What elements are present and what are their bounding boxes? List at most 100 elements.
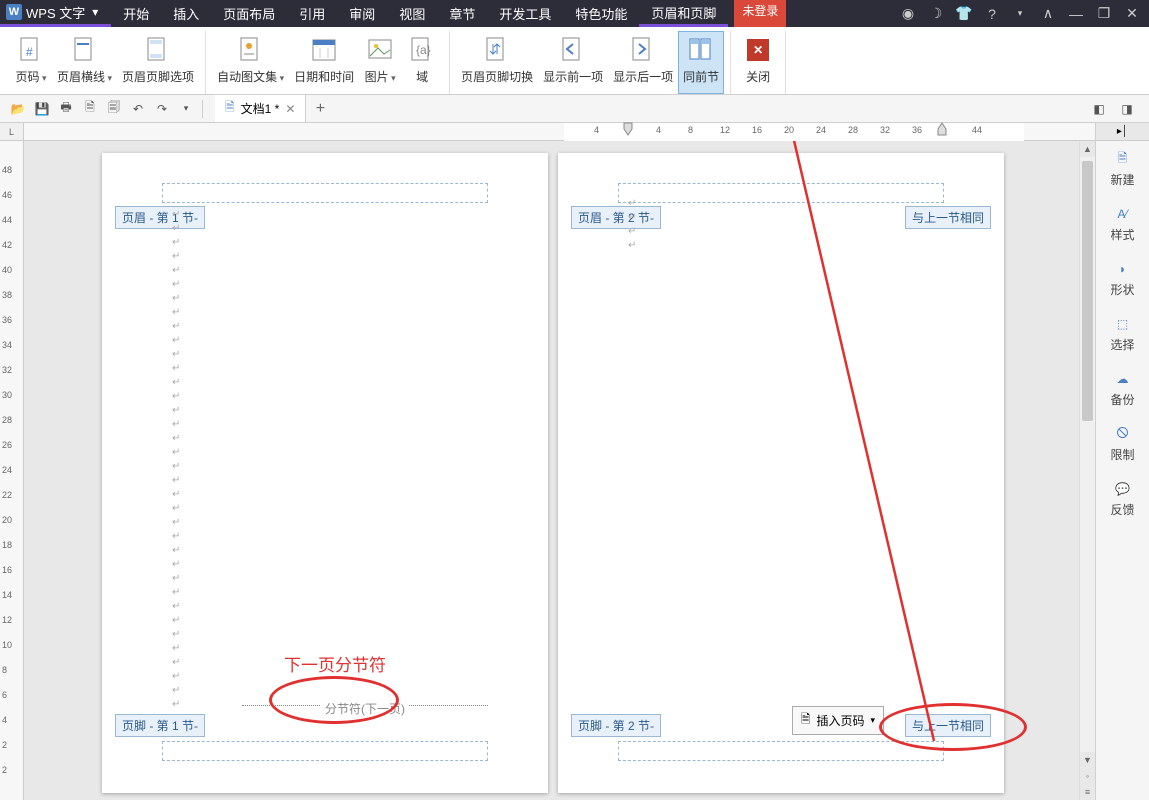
ribbon-collapse-icon[interactable]: ∧ xyxy=(1039,5,1057,23)
help-dropdown-icon[interactable]: ▾ xyxy=(1011,5,1029,23)
close-hf-icon: ✕ xyxy=(742,34,774,66)
ruler-corner[interactable]: L xyxy=(0,123,24,141)
vertical-scrollbar[interactable]: ▲ ▼ ◦ ≡ xyxy=(1079,141,1095,800)
vruler-tick: 16 xyxy=(2,565,12,575)
show-next-button[interactable]: 显示后一项 xyxy=(608,31,678,94)
backup-icon: ☁ xyxy=(1113,369,1133,389)
tab-start[interactable]: 开始 xyxy=(111,0,161,27)
doc-icon: 🗎 xyxy=(225,98,235,119)
hf-options-button[interactable]: 页眉页脚选项 xyxy=(117,31,199,94)
redo-icon[interactable]: ↷ xyxy=(151,98,173,120)
close-window-icon[interactable]: ✕ xyxy=(1123,5,1141,23)
moon-icon[interactable]: ☽ xyxy=(927,5,945,23)
app-menu-dropdown-icon[interactable]: ▾ xyxy=(85,5,105,19)
tab-devtools[interactable]: 开发工具 xyxy=(487,0,563,27)
qb-right-icon-1[interactable]: ◧ xyxy=(1088,98,1110,120)
picture-button[interactable]: 图片 xyxy=(359,31,401,94)
scroll-thumb[interactable] xyxy=(1082,161,1093,421)
tab-special[interactable]: 特色功能 xyxy=(563,0,639,27)
hf-switch-button[interactable]: 页眉页脚切换 xyxy=(456,31,538,94)
tab-chapter[interactable]: 章节 xyxy=(437,0,487,27)
limit-icon: 🛇 xyxy=(1113,424,1133,444)
qa-more-icon[interactable]: ▾ xyxy=(175,98,197,120)
hf-options-icon xyxy=(142,34,174,66)
picture-icon xyxy=(364,34,396,66)
insert-pagenum-button[interactable]: 🗎 插入页码 ▾ xyxy=(792,706,884,735)
vruler-tick: 44 xyxy=(2,215,12,225)
next-page-icon[interactable]: ≡ xyxy=(1080,784,1095,800)
tab-insert[interactable]: 插入 xyxy=(161,0,211,27)
header-line-icon xyxy=(69,34,101,66)
tab-pagelayout[interactable]: 页面布局 xyxy=(211,0,287,27)
help-icon[interactable]: ? xyxy=(983,5,1001,23)
insert-pagenum-label: 插入页码 xyxy=(816,712,864,729)
login-status[interactable]: 未登录 xyxy=(734,0,786,27)
menu-tabs: 开始 插入 页面布局 引用 审阅 视图 章节 开发工具 特色功能 页眉和页脚 未… xyxy=(111,0,786,27)
vruler-tick: 24 xyxy=(2,465,12,475)
datetime-label: 日期和时间 xyxy=(294,68,354,85)
page2-footer-area[interactable]: 页脚 - 第 2 节- 与上一节相同 xyxy=(618,741,944,761)
sidepanel-toggle-icon[interactable]: ▸│ xyxy=(1096,123,1149,141)
page2-header-area[interactable]: 页眉 - 第 2 节- 与上一节相同 xyxy=(618,183,944,203)
print-preview-icon[interactable]: 🗎 xyxy=(79,98,101,120)
style-icon: A⁄ xyxy=(1113,204,1133,224)
doc-tab-title: 文档1 * xyxy=(241,100,280,117)
sidepanel-select[interactable]: ⬚选择 xyxy=(1096,306,1149,361)
close-hf-button[interactable]: ✕ 关闭 xyxy=(737,31,779,94)
page1-footer-area[interactable]: 页脚 - 第 1 节- xyxy=(162,741,488,761)
datetime-button[interactable]: 日期和时间 xyxy=(289,31,359,94)
doc-tab-close-icon[interactable]: ✕ xyxy=(285,102,295,116)
tab-header-footer[interactable]: 页眉和页脚 xyxy=(639,0,728,27)
document-canvas[interactable]: 页眉 - 第 1 节- ↵↵↵↵↵↵↵↵↵↵↵↵↵↵↵↵↵↵↵↵↵↵↵↵↵↵↵↵… xyxy=(24,141,1095,800)
print-icon[interactable]: 🖶 xyxy=(55,98,77,120)
vruler-tick: 2 xyxy=(2,740,7,750)
same-as-prev-button[interactable]: 同前节 xyxy=(678,31,724,94)
tab-review[interactable]: 审阅 xyxy=(337,0,387,27)
header-line-button[interactable]: 页眉横线 xyxy=(52,31,117,94)
sidepanel-style[interactable]: A⁄样式 xyxy=(1096,196,1149,251)
page2-footer-tag-right: 与上一节相同 xyxy=(905,714,991,737)
vertical-ruler-ticks: 4846444240383634323028262422201816141210… xyxy=(0,141,24,800)
minimize-icon[interactable]: — xyxy=(1067,5,1085,23)
field-button[interactable]: {a} 域 xyxy=(401,31,443,94)
show-prev-button[interactable]: 显示前一项 xyxy=(538,31,608,94)
doc-tab-1[interactable]: 🗎 文档1 * ✕ xyxy=(215,95,306,122)
skin-icon[interactable]: 👕 xyxy=(955,5,973,23)
indent-slider-left[interactable] xyxy=(624,123,632,137)
maximize-icon[interactable]: ❐ xyxy=(1095,5,1113,23)
sidepanel-feedback[interactable]: 💬反馈 xyxy=(1096,471,1149,526)
new-doc-tab-button[interactable]: + xyxy=(306,95,334,122)
tab-view[interactable]: 视图 xyxy=(387,0,437,27)
page2-header-tag: 页眉 - 第 2 节- xyxy=(571,206,661,229)
sidepanel-backup[interactable]: ☁备份 xyxy=(1096,361,1149,416)
pagenum-label: 页码 xyxy=(15,68,46,85)
scroll-up-icon[interactable]: ▲ xyxy=(1080,141,1095,157)
horizontal-ruler[interactable]: 4 4 8 12 16 20 24 28 32 36 44 xyxy=(24,123,1095,141)
datetime-icon xyxy=(308,34,340,66)
sidepanel-limit[interactable]: 🛇限制 xyxy=(1096,416,1149,471)
save-icon[interactable]: 💾 xyxy=(31,98,53,120)
app-name: WPS 文字 xyxy=(26,3,85,22)
undo-icon[interactable]: ↶ xyxy=(127,98,149,120)
indent-slider-right[interactable] xyxy=(938,123,946,137)
open-icon[interactable]: 📂 xyxy=(7,98,29,120)
picture-label: 图片 xyxy=(365,68,396,85)
sync-icon[interactable]: ◉ xyxy=(899,5,917,23)
app-logo-area[interactable]: W WPS 文字 ▾ xyxy=(0,0,111,27)
titlebar: W WPS 文字 ▾ 开始 插入 页面布局 引用 审阅 视图 章节 开发工具 特… xyxy=(0,0,1149,27)
annotation-section-break-label: 下一页分节符 xyxy=(284,651,386,676)
pagenum-button[interactable]: # 页码 xyxy=(10,31,52,94)
autotext-button[interactable]: 自动图文集 xyxy=(212,31,289,94)
prev-page-icon[interactable]: ◦ xyxy=(1080,768,1095,784)
export-pdf-icon[interactable]: 🗐 xyxy=(103,98,125,120)
scroll-down-icon[interactable]: ▼ xyxy=(1080,752,1095,768)
tab-reference[interactable]: 引用 xyxy=(287,0,337,27)
sidepanel-new[interactable]: 🗎新建 xyxy=(1096,141,1149,196)
page1-header-area[interactable]: 页眉 - 第 1 节- xyxy=(162,183,488,203)
sidepanel-shape[interactable]: ◗形状 xyxy=(1096,251,1149,306)
insert-pagenum-dropdown-icon[interactable]: ▾ xyxy=(870,715,875,726)
select-icon: ⬚ xyxy=(1113,314,1133,334)
page2-footer-tag: 页脚 - 第 2 节- xyxy=(571,714,661,737)
qb-right-icon-2[interactable]: ◨ xyxy=(1116,98,1138,120)
page1-header-tag: 页眉 - 第 1 节- xyxy=(115,206,205,229)
